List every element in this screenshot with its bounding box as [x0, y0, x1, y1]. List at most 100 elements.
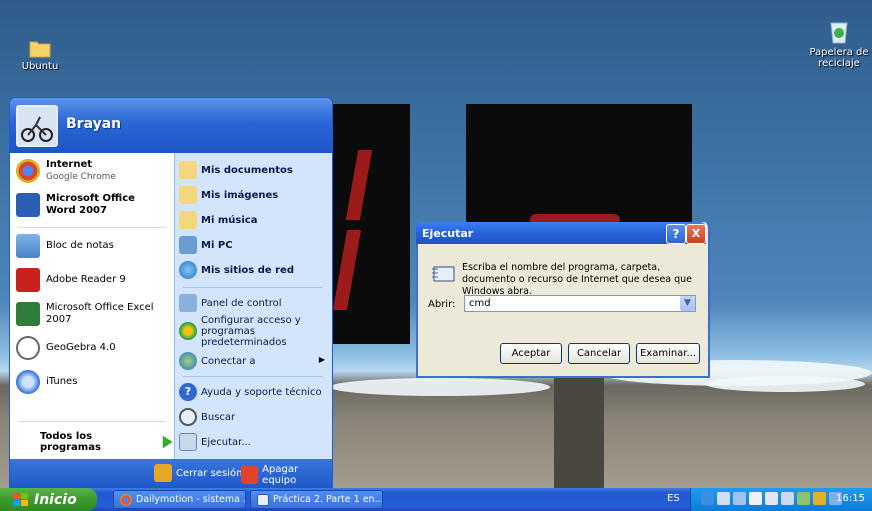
menu-item-label: Mis imágenes [201, 189, 279, 201]
pinned-programs: Internet Google Chrome Microsoft Office W… [10, 153, 174, 459]
user-avatar[interactable] [16, 105, 58, 147]
start-menu-footer: Cerrar sesión Apagar equipo [10, 459, 332, 488]
submenu-arrow-icon: ▶ [318, 355, 325, 364]
menu-item-label: Panel de control [201, 297, 282, 309]
task-label: Dailymotion - sistema ... [136, 494, 246, 505]
run-dialog-titlebar[interactable]: Ejecutar ? X [416, 222, 706, 244]
windows-logo-icon [13, 492, 28, 506]
desktop-icon-label: Ubuntu [21, 61, 59, 72]
menu-item-title: Internet [46, 159, 93, 170]
adobe-reader-icon [16, 268, 40, 292]
cancel-button[interactable]: Cancelar [568, 343, 630, 364]
menu-item-network-places[interactable]: Mis sitios de red [179, 258, 329, 282]
arrow-right-icon [162, 435, 173, 449]
chrome-icon [120, 493, 132, 506]
desktop-icon-ubuntu[interactable]: Ubuntu [4, 38, 76, 72]
menu-item-control-panel[interactable]: Panel de control [179, 291, 329, 315]
menu-item-help[interactable]: ? Ayuda y soporte técnico [179, 380, 329, 404]
usb-icon[interactable] [765, 492, 778, 505]
chrome-icon [16, 159, 40, 183]
divider [18, 227, 166, 228]
user-name: Brayan [66, 116, 122, 132]
command-input[interactable] [464, 295, 696, 312]
excel-icon [16, 302, 40, 326]
desktop-icon-label: Papelera de reciclaje [809, 47, 869, 69]
run-icon [179, 433, 197, 451]
music-folder-icon [179, 211, 197, 229]
geogebra-icon [16, 336, 40, 360]
chevron-down-icon: ▼ [684, 298, 691, 308]
connect-to-icon [179, 352, 197, 370]
help-icon: ? [179, 383, 197, 401]
taskbar-task-chrome[interactable]: Dailymotion - sistema ... [113, 490, 246, 509]
language-indicator[interactable]: ES [667, 493, 680, 504]
menu-item-label: Mi PC [201, 239, 233, 251]
start-menu-header: Brayan [10, 98, 332, 153]
start-menu: Brayan Internet Google Chrome Microsoft O… [9, 97, 333, 489]
menu-item-word[interactable]: Microsoft Office Word 2007 [16, 191, 166, 219]
wallpaper-scoreboard [466, 104, 692, 222]
menu-item-title: Adobe Reader 9 [46, 274, 126, 285]
menu-item-internet[interactable]: Internet Google Chrome [16, 157, 116, 185]
menu-item-geogebra[interactable]: GeoGebra 4.0 [16, 334, 116, 362]
menu-item-adobe-reader[interactable]: Adobe Reader 9 [16, 266, 126, 294]
help-button[interactable]: ? [666, 224, 686, 244]
menu-item-search[interactable]: Buscar [179, 405, 329, 429]
menu-item-run[interactable]: Ejecutar... [179, 430, 329, 454]
menu-item-title: GeoGebra 4.0 [46, 342, 116, 353]
run-dialog-message: Escriba el nombre del programa, carpeta,… [462, 262, 693, 297]
shield-icon[interactable] [749, 492, 762, 505]
browse-button[interactable]: Examinar... [636, 343, 700, 364]
logoff-label: Cerrar sesión [176, 467, 243, 479]
menu-item-my-documents[interactable]: Mis documentos [179, 158, 329, 182]
shutdown-label: Apagar equipo [262, 464, 299, 486]
notepad-icon [16, 234, 40, 258]
word-icon [257, 493, 269, 506]
open-label: Abrir: [428, 299, 456, 310]
wallpaper-cloud [705, 376, 865, 392]
motorbike-icon [21, 116, 53, 142]
ok-button[interactable]: Aceptar [500, 343, 562, 364]
run-icon [432, 266, 455, 282]
menu-item-excel[interactable]: Microsoft Office Excel 2007 [16, 300, 174, 328]
menu-item-default-programs[interactable]: Configurar acceso y programas predetermi… [179, 315, 329, 348]
menu-item-title: iTunes [46, 376, 78, 387]
all-programs-label: Todos los programas [40, 431, 101, 453]
menu-item-my-pictures[interactable]: Mis imágenes [179, 183, 329, 207]
key-icon [154, 464, 172, 482]
network-icon[interactable] [701, 492, 714, 505]
menu-item-my-computer[interactable]: Mi PC [179, 233, 329, 257]
divider [183, 376, 323, 377]
network-places-icon [179, 261, 197, 279]
taskbar-task-word[interactable]: Práctica 2. Parte 1 en... [250, 490, 383, 509]
menu-item-label: Mis sitios de red [201, 264, 294, 276]
update-icon[interactable] [813, 492, 826, 505]
start-label: Inicio [34, 491, 77, 508]
documents-folder-icon [179, 161, 197, 179]
security-icon[interactable] [797, 492, 810, 505]
logoff-button[interactable]: Cerrar sesión [154, 464, 242, 482]
display-icon[interactable] [717, 492, 730, 505]
menu-item-notepad[interactable]: Bloc de notas [16, 232, 114, 260]
divider [18, 421, 166, 422]
clock[interactable]: 16:15 [836, 493, 865, 504]
word-icon [16, 193, 40, 217]
my-computer-icon [179, 236, 197, 254]
desktop-icon-recycle-bin[interactable]: Papelera de reciclaje [804, 20, 872, 69]
menu-item-itunes[interactable]: iTunes [16, 368, 77, 396]
dropdown-button[interactable]: ▼ [680, 296, 695, 311]
start-button[interactable]: Inicio [0, 488, 97, 511]
volume-icon[interactable] [781, 492, 794, 505]
places-panel: Mis documentos Mis imágenes Mi música Mi… [174, 153, 332, 459]
menu-item-label: Mi música [201, 214, 258, 226]
menu-item-my-music[interactable]: Mi música [179, 208, 329, 232]
default-programs-icon [179, 322, 197, 340]
menu-item-title: Bloc de notas [46, 240, 114, 251]
all-programs-button[interactable]: Todos los programas [40, 431, 174, 453]
menu-item-connect-to[interactable]: Conectar a ▶ [179, 349, 329, 373]
shutdown-button[interactable]: Apagar equipo [241, 464, 332, 486]
itunes-icon [16, 370, 40, 394]
run-dialog-title: Ejecutar [422, 227, 474, 240]
monitor-icon[interactable] [733, 492, 746, 505]
close-button[interactable]: X [686, 224, 706, 244]
